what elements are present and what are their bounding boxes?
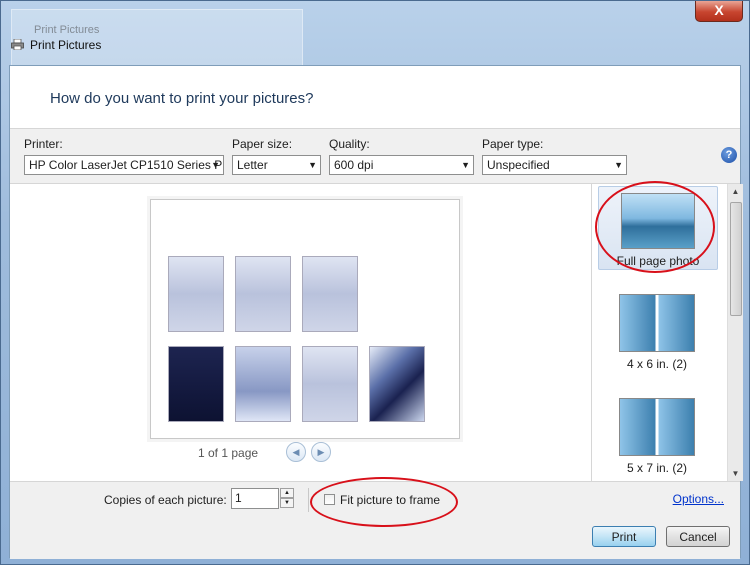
page-indicator: 1 of 1 page — [198, 446, 259, 460]
paper-type-value: Unspecified — [487, 158, 550, 172]
paper-size-select[interactable]: Letter ▼ — [232, 155, 321, 175]
quality-value: 600 dpi — [334, 158, 374, 172]
paper-type-label: Paper type: — [482, 137, 544, 151]
paper-size-label: Paper size: — [232, 137, 293, 151]
dialog-heading: How do you want to print your pictures? — [50, 90, 314, 107]
layout-4x6[interactable]: 4 x 6 in. (2) — [598, 288, 716, 371]
copies-bar: Copies of each picture: 1 ▲ ▼ Fit pictur… — [10, 481, 740, 519]
scroll-down-icon[interactable]: ▼ — [728, 466, 743, 481]
chevron-down-icon: ▼ — [461, 160, 470, 170]
divider — [308, 488, 309, 512]
chevron-down-icon: ▼ — [614, 160, 623, 170]
quality-field: Quality: 600 dpi ▼ — [329, 137, 474, 175]
thumbnail-photo-7 — [369, 346, 425, 422]
layout-5x7[interactable]: 5 x 7 in. (2) — [598, 392, 716, 475]
scrollbar-thumb[interactable] — [730, 202, 742, 316]
print-pictures-window: Print Pictures Print Pictures X How do y… — [0, 0, 750, 565]
copies-label: Copies of each picture: — [104, 493, 227, 507]
arrow-left-icon: ◀ — [292, 447, 300, 457]
thumbnail-photo-6 — [302, 346, 358, 422]
dialog-footer: Print Cancel — [10, 519, 740, 559]
scroll-up-icon[interactable]: ▲ — [728, 184, 743, 199]
dialog-client-area: How do you want to print your pictures? … — [9, 65, 743, 559]
printer-label: Printer: — [24, 137, 63, 151]
fit-picture-checkbox[interactable] — [324, 494, 335, 505]
paper-type-field: Paper type: Unspecified ▼ — [482, 137, 627, 175]
printer-select[interactable]: HP Color LaserJet CP1510 Series P ▼ — [24, 155, 224, 175]
layout-scrollbar[interactable]: ▲ ▼ — [727, 184, 743, 481]
thumbnail-photo-3 — [302, 256, 358, 332]
options-link[interactable]: Options... — [673, 492, 724, 506]
thumbnail-photo-5 — [235, 346, 291, 422]
quality-select[interactable]: 600 dpi ▼ — [329, 155, 474, 175]
paper-type-select[interactable]: Unspecified ▼ — [482, 155, 627, 175]
title-bar[interactable]: Print Pictures X — [1, 1, 749, 61]
preview-page — [150, 199, 460, 439]
layout-list[interactable]: Full page photo 4 x 6 in. (2) 5 x 7 in. … — [591, 184, 743, 481]
next-page-button[interactable]: ▶ — [311, 442, 331, 462]
thumbnail-photo-2 — [235, 256, 291, 332]
layout-label: 4 x 6 in. (2) — [626, 357, 688, 371]
layout-full-page-photo[interactable]: Full page photo — [598, 186, 718, 270]
copies-stepper[interactable]: ▲ ▼ — [280, 488, 294, 509]
fit-picture-label[interactable]: Fit picture to frame — [340, 493, 440, 507]
print-preview-area: 1 of 1 page ◀ ▶ — [10, 184, 591, 481]
arrow-right-icon: ▶ — [317, 447, 325, 457]
copies-input[interactable]: 1 — [231, 488, 279, 509]
window-title: Print Pictures — [30, 38, 102, 52]
chevron-down-icon: ▼ — [211, 160, 220, 170]
chevron-down-icon: ▼ — [308, 160, 317, 170]
quality-label: Quality: — [329, 137, 370, 151]
printer-value: HP Color LaserJet CP1510 Series P — [29, 158, 223, 172]
printer-icon — [11, 39, 24, 50]
cancel-button[interactable]: Cancel — [666, 526, 730, 547]
stepper-up-icon[interactable]: ▲ — [280, 488, 294, 498]
stepper-down-icon[interactable]: ▼ — [280, 498, 294, 508]
print-button[interactable]: Print — [592, 526, 656, 547]
layout-label: 5 x 7 in. (2) — [626, 461, 688, 475]
print-settings-toolbar: Printer: HP Color LaserJet CP1510 Series… — [10, 128, 740, 184]
paper-size-field: Paper size: Letter ▼ — [232, 137, 321, 175]
two-photo-preview-icon — [619, 398, 695, 456]
close-button[interactable]: X — [695, 1, 743, 22]
landscape-preview-icon — [621, 193, 695, 249]
thumbnail-photo-4 — [168, 346, 224, 422]
two-photo-preview-icon — [619, 294, 695, 352]
help-icon[interactable]: ? — [721, 147, 737, 163]
printer-field: Printer: HP Color LaserJet CP1510 Series… — [24, 137, 224, 175]
previous-page-button[interactable]: ◀ — [286, 442, 306, 462]
paper-size-value: Letter — [237, 158, 268, 172]
thumbnail-photo-1 — [168, 256, 224, 332]
layout-label: Full page photo — [616, 254, 700, 268]
